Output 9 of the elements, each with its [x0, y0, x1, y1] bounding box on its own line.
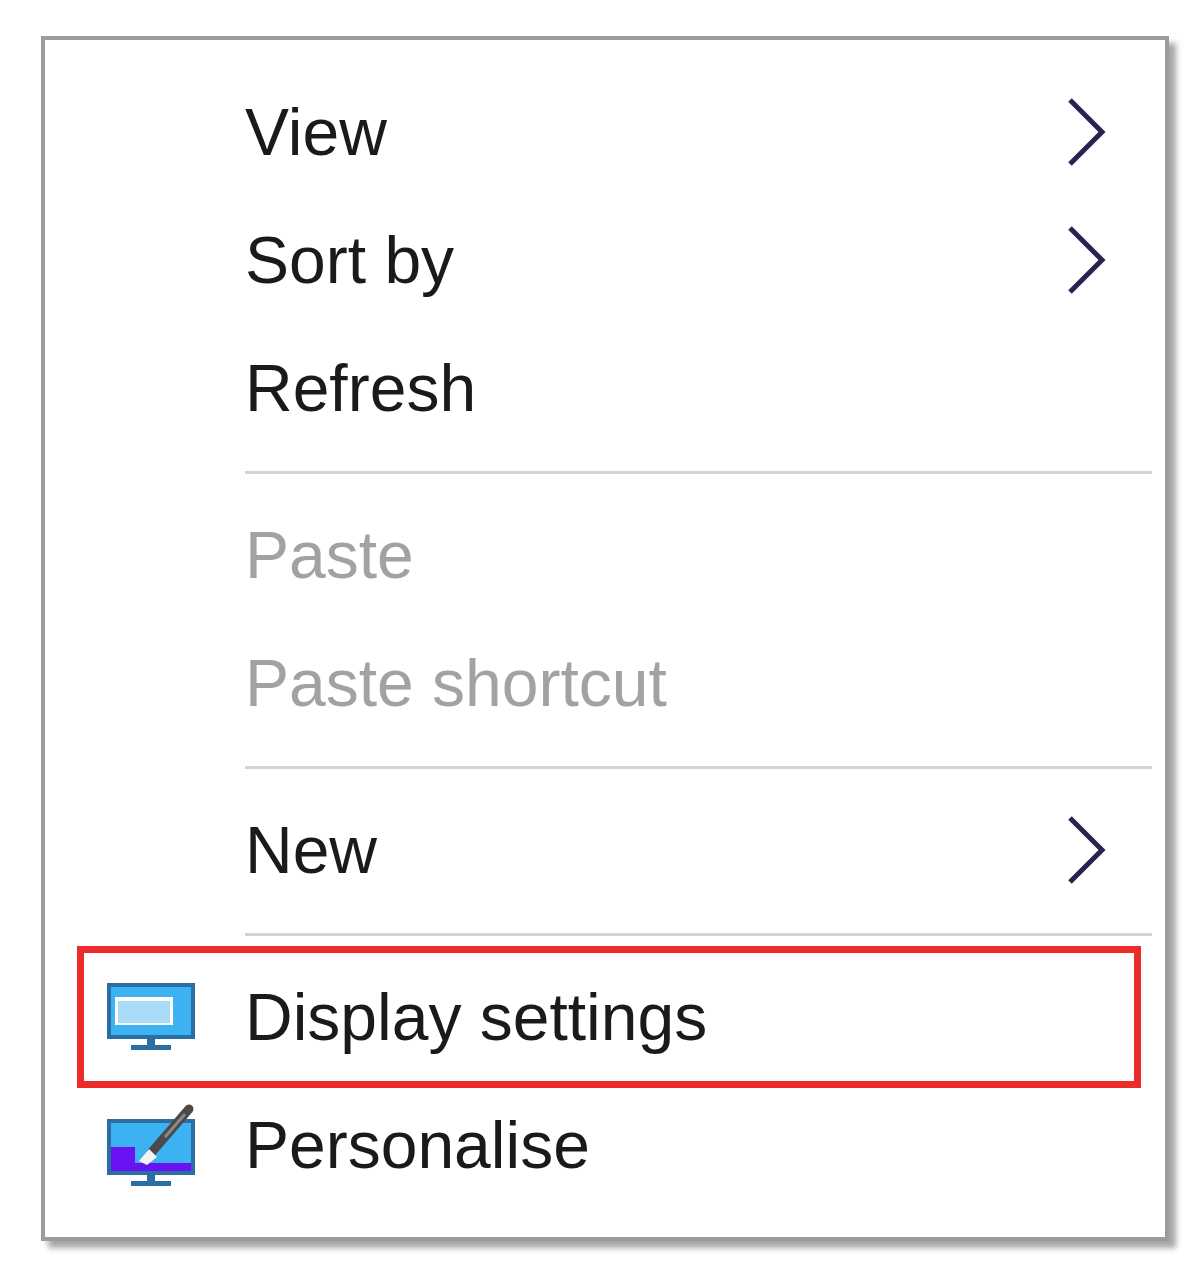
menu-item[interactable]: Refresh	[77, 324, 1141, 452]
menu-item[interactable]: Sort by	[77, 196, 1141, 324]
chevron-right-icon	[1066, 814, 1106, 886]
menu-item[interactable]: View	[77, 68, 1141, 196]
chevron-right-icon	[1066, 96, 1106, 168]
chevron-right-icon	[1066, 224, 1106, 296]
menu-item[interactable]: New	[77, 786, 1141, 914]
menu-item[interactable]: Personalise	[77, 1081, 1141, 1209]
menu-item[interactable]: Display settings	[77, 953, 1141, 1081]
